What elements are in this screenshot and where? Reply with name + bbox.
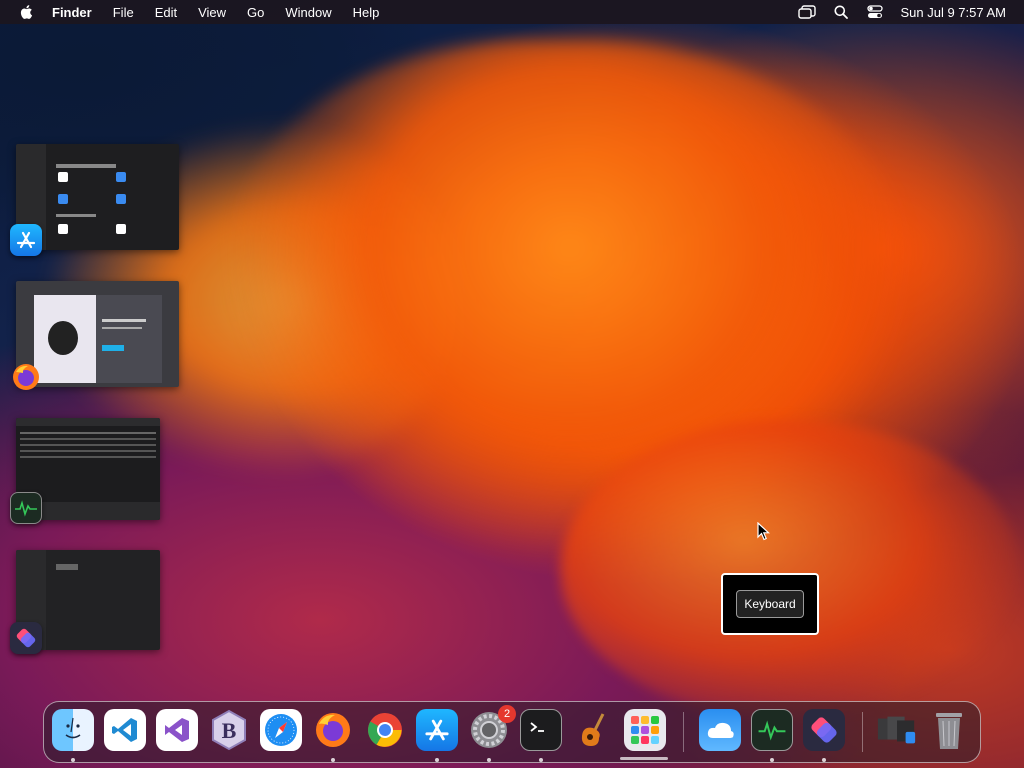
vscode-icon — [112, 718, 137, 742]
activity-monitor-icon — [758, 720, 786, 741]
running-indicator — [487, 758, 491, 762]
dock-item-launchpad[interactable] — [624, 709, 666, 751]
trash-icon — [936, 713, 962, 749]
menu-app-name[interactable]: Finder — [52, 5, 92, 20]
chrome-icon — [368, 713, 402, 747]
apple-logo-icon[interactable] — [18, 3, 36, 21]
dock-scroll-indicator — [620, 757, 668, 760]
dock-item-firefox[interactable] — [312, 709, 354, 751]
running-indicator — [71, 758, 75, 762]
visual-studio-icon — [165, 718, 189, 742]
downloads-stack-icon — [877, 716, 916, 744]
dock-item-bbedit[interactable]: B — [208, 709, 250, 751]
dock-item-chrome[interactable] — [364, 709, 406, 751]
firefox-icon — [10, 361, 42, 393]
menu-go[interactable]: Go — [247, 5, 264, 20]
menu-help[interactable]: Help — [353, 5, 380, 20]
menu-clock[interactable]: Sun Jul 9 7:57 AM — [900, 5, 1006, 20]
activity-monitor-icon — [10, 492, 42, 524]
dock-item-terminal[interactable] — [520, 709, 562, 751]
dock-item-activity-monitor[interactable] — [751, 709, 793, 751]
dock-item-shortcuts[interactable] — [803, 709, 845, 751]
running-indicator — [822, 758, 826, 762]
notification-badge: 2 — [498, 705, 516, 723]
shortcuts-icon — [811, 717, 837, 743]
dock-item-downloads-stack[interactable] — [876, 709, 918, 751]
safari-icon — [265, 714, 297, 746]
dock-item-finder[interactable] — [52, 709, 94, 751]
dock: B 2 — [43, 701, 981, 763]
menu-file[interactable]: File — [113, 5, 134, 20]
dock-item-app-store[interactable] — [416, 709, 458, 751]
running-indicator — [770, 758, 774, 762]
mouse-pointer-icon — [757, 522, 771, 541]
bbedit-icon: B — [212, 709, 246, 751]
spotlight-search-icon[interactable] — [832, 4, 850, 20]
menu-edit[interactable]: Edit — [155, 5, 177, 20]
stage-manager-icon[interactable] — [798, 4, 817, 20]
dock-item-system-settings[interactable]: 2 — [468, 705, 516, 751]
stage-group-firefox[interactable] — [10, 281, 180, 393]
svg-text:B: B — [222, 718, 237, 743]
weather-icon — [707, 722, 734, 738]
running-indicator — [331, 758, 335, 762]
dock-separator — [862, 712, 863, 752]
stage-group-app-store[interactable] — [10, 144, 180, 256]
terminal-icon — [530, 722, 544, 732]
dock-item-vscode[interactable] — [104, 709, 146, 751]
finder-icon — [65, 717, 81, 739]
running-indicator — [435, 758, 439, 762]
menu-view[interactable]: View — [198, 5, 226, 20]
garageband-icon — [581, 713, 605, 746]
menu-window[interactable]: Window — [285, 5, 331, 20]
control-center-icon[interactable] — [866, 4, 884, 20]
launchpad-icon — [631, 716, 659, 744]
running-indicator — [539, 758, 543, 762]
keyboard-tooltip: Keyboard — [721, 573, 819, 635]
dock-item-weather[interactable] — [699, 709, 741, 751]
shortcuts-icon — [10, 622, 42, 654]
stage-group-activity-monitor[interactable] — [10, 418, 180, 526]
app-store-icon — [425, 719, 449, 741]
menu-bar: Finder File Edit View Go Window Help Sun… — [0, 0, 1024, 24]
firefox-icon — [316, 713, 350, 747]
keyboard-key-label: Keyboard — [736, 590, 804, 618]
stage-group-shortcuts[interactable] — [10, 550, 180, 658]
app-store-icon — [10, 224, 42, 256]
dock-item-garageband[interactable] — [572, 709, 614, 751]
dock-separator — [683, 712, 684, 752]
dock-item-safari[interactable] — [260, 709, 302, 751]
dock-item-visual-studio[interactable] — [156, 709, 198, 751]
dock-item-trash[interactable] — [928, 709, 970, 751]
